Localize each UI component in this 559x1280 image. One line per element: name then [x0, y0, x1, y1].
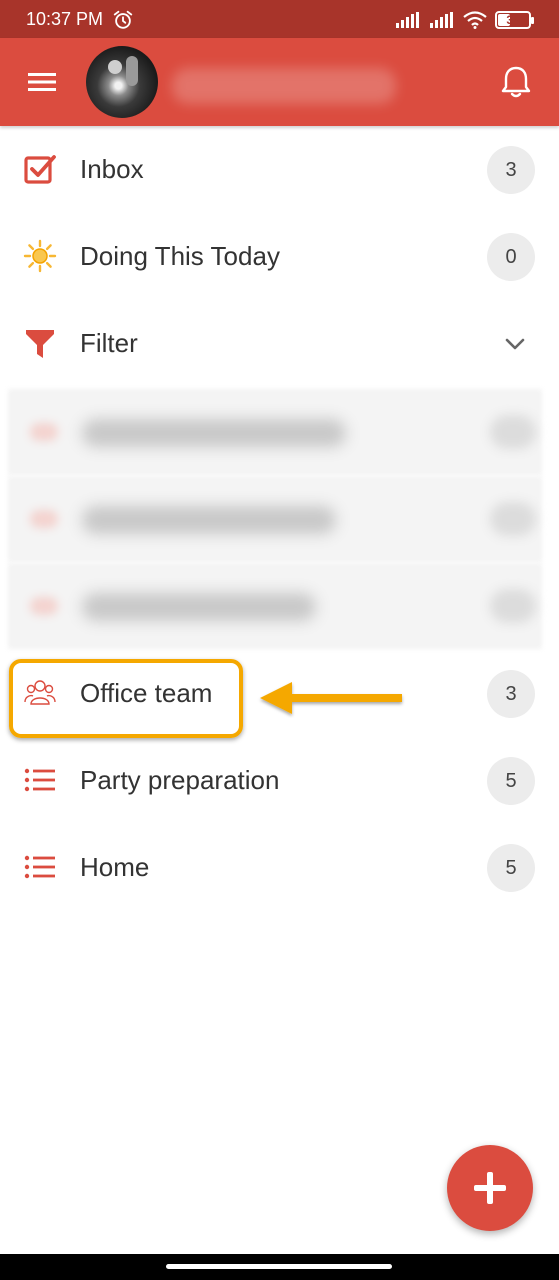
- bell-icon[interactable]: [499, 64, 533, 100]
- redacted-filter-item[interactable]: [8, 476, 542, 562]
- nav-item-label: Filter: [80, 328, 138, 358]
- signal-icon: [396, 12, 419, 28]
- inbox-check-icon: [22, 151, 58, 187]
- list-icon: [22, 849, 58, 885]
- status-time: 10:37 PM: [26, 9, 104, 29]
- nav-item-label: Party preparation: [80, 765, 280, 795]
- redacted-filter-item[interactable]: [8, 389, 542, 475]
- nav-item-label: Home: [80, 852, 150, 882]
- add-task-button[interactable]: [447, 1145, 533, 1231]
- count-badge: 5: [487, 757, 535, 805]
- chevron-down-icon[interactable]: [502, 331, 528, 357]
- sun-icon: [22, 238, 58, 274]
- nav-item-party-preparation[interactable]: Party preparation 5: [0, 737, 559, 824]
- alarm-icon: [113, 10, 133, 29]
- redacted-filter-item[interactable]: [8, 563, 542, 649]
- nav-item-label: Inbox: [80, 154, 144, 184]
- list-icon: [22, 762, 58, 798]
- app-bar: [0, 38, 559, 126]
- nav-item-today[interactable]: Doing This Today 0: [0, 213, 559, 300]
- avatar[interactable]: [86, 46, 158, 118]
- home-indicator[interactable]: [166, 1264, 392, 1269]
- nav-item-inbox[interactable]: Inbox 3: [0, 126, 559, 213]
- menu-icon[interactable]: [24, 67, 62, 97]
- arrow-annotation: [260, 682, 402, 714]
- status-bar: 10:37 PM 39: [0, 0, 559, 38]
- count-badge: 3: [487, 670, 535, 718]
- count-badge: 5: [487, 844, 535, 892]
- battery-text: 39: [506, 13, 520, 27]
- highlight-annotation: [9, 659, 243, 738]
- plus-icon: [474, 1172, 506, 1204]
- count-badge: 3: [487, 146, 535, 194]
- battery-icon: 39: [495, 11, 534, 29]
- nav-item-filter[interactable]: Filter: [0, 300, 559, 387]
- filter-icon: [22, 325, 58, 361]
- account-name-blurred[interactable]: [172, 68, 396, 104]
- count-badge: 0: [487, 233, 535, 281]
- system-nav-bar: [0, 1254, 559, 1280]
- status-icons: 39: [395, 10, 534, 30]
- wifi-icon: [463, 11, 487, 29]
- signal-icon: [430, 12, 453, 28]
- nav-item-label: Doing This Today: [80, 241, 280, 271]
- nav-item-home[interactable]: Home 5: [0, 824, 559, 911]
